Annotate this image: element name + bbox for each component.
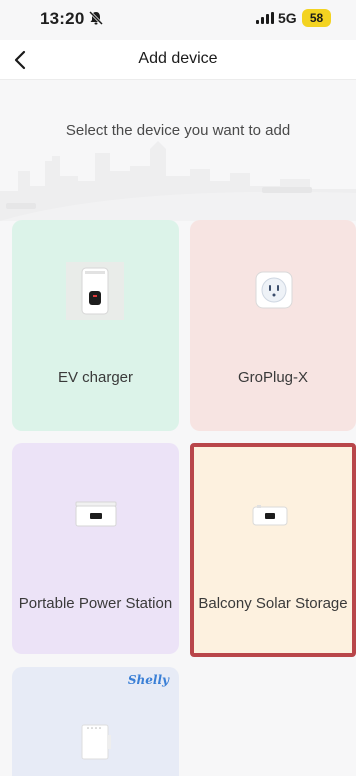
bell-muted-icon [88,10,104,26]
smart-plug-icon [255,271,293,309]
status-time: 13:20 [40,9,85,28]
status-bar: 13:20 5G 58 [0,0,356,40]
signal-icon [256,12,274,24]
device-card-balcony-solar-storage[interactable]: Balcony Solar Storage [190,443,356,657]
device-label: Balcony Solar Storage [198,595,348,612]
device-label: GroPlug-X [237,369,309,386]
shelly-logo: Shelly [127,673,169,687]
solar-storage-icon [252,505,288,526]
power-station-icon [75,501,117,527]
device-card-shelly[interactable]: Shelly [12,667,179,776]
battery-indicator: 58 [302,9,331,27]
device-card-ev-charger[interactable]: EV charger [12,220,179,431]
device-card-groplug[interactable]: GroPlug-X [190,220,356,431]
device-label: EV charger [57,369,134,386]
device-label: Portable Power Station [18,595,173,612]
page-title: Add device [138,50,218,67]
nav-bar: Add device [0,40,356,80]
network-label: 5G [278,10,297,26]
skyline-illustration [0,141,356,221]
ev-charger-icon [66,262,124,320]
hero-prompt: Select the device you want to add [65,122,291,139]
hero-banner: Select the device you want to add [0,81,356,221]
device-card-portable-power-station[interactable]: Portable Power Station [12,443,179,654]
relay-module-icon [81,724,111,760]
